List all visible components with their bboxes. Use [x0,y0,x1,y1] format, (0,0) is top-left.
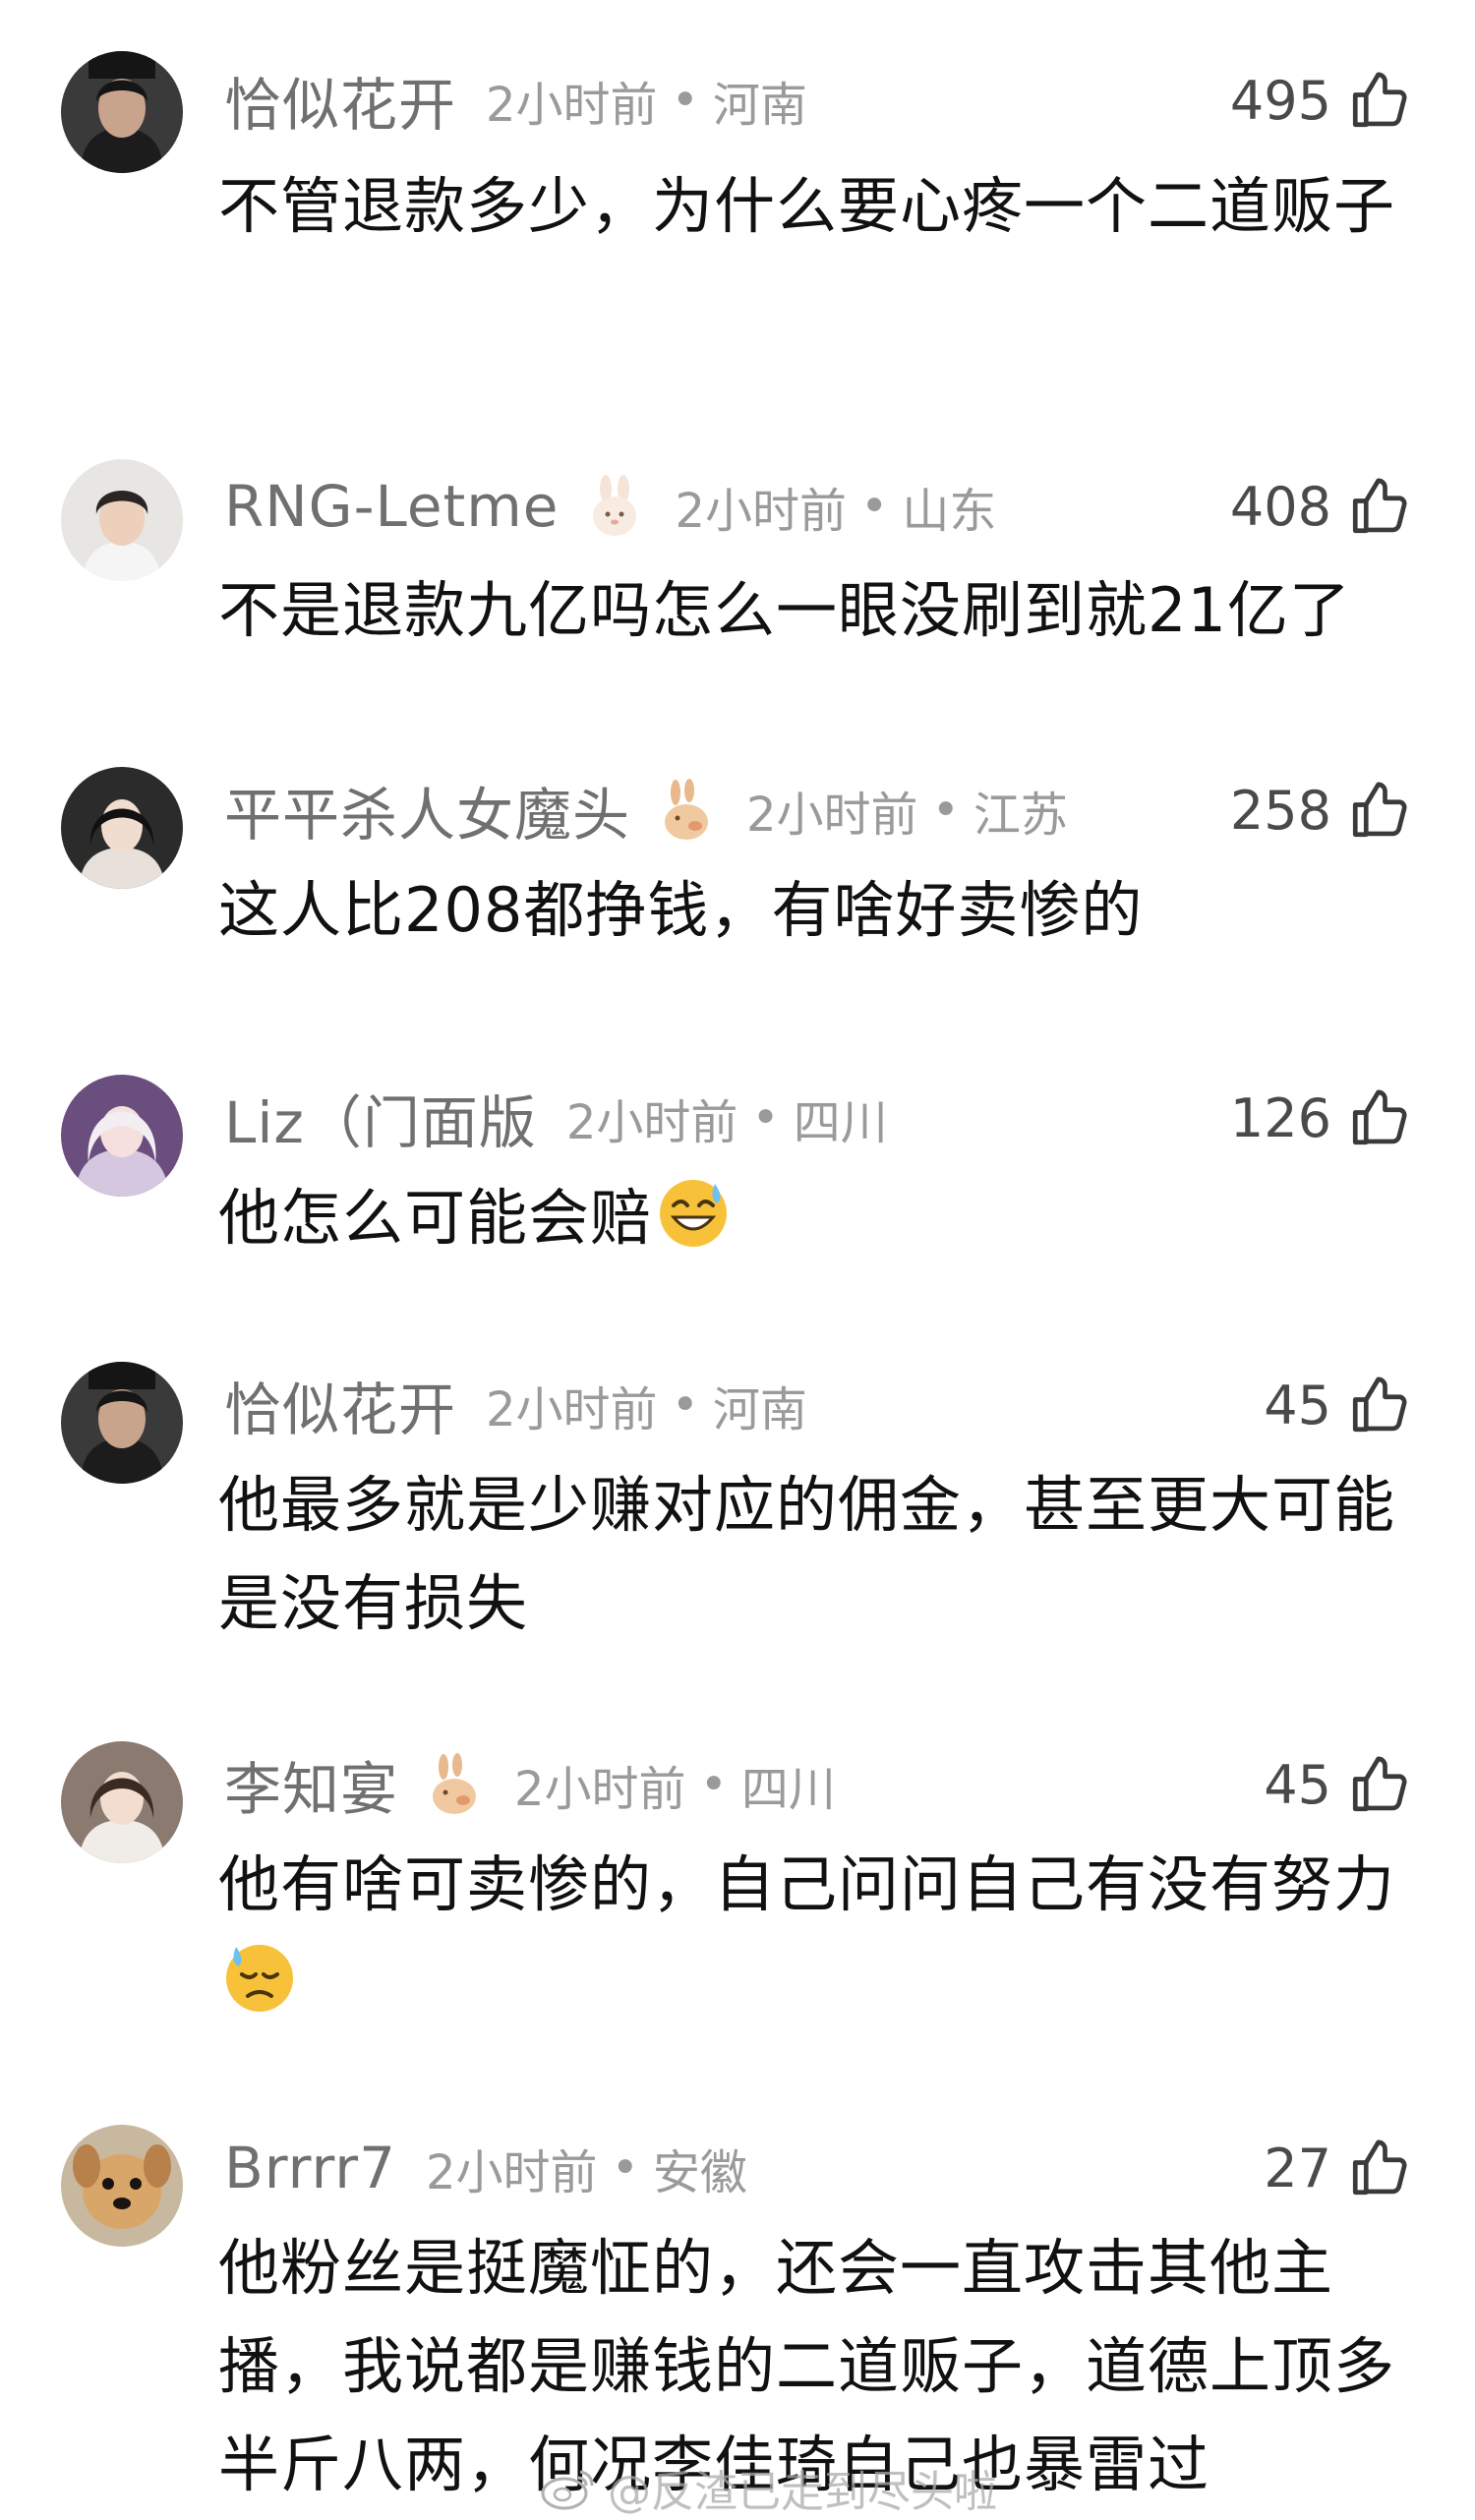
like-count: 45 [1264,1374,1331,1436]
comment-time: 2小时前 [486,78,658,133]
sweat-smile-emoji [656,1176,731,1251]
comment-text: 不管退款多少，为什么要心疼一个二道贩子 [218,170,1396,242]
comment-text: 不是退款九亿吗怎么一眼没刷到就21亿了 [218,574,1351,646]
weibo-logo-icon [539,2464,598,2511]
username[interactable]: Brrrr7 [224,2135,396,2201]
avatar[interactable] [61,1075,183,1197]
comment-meta: Brrrr7 2小时前 • 安徽 [224,2129,747,2207]
comment-text-content: 他有啥可卖惨的，自己问问自己有没有努力 [218,1848,1396,1920]
thumbs-up-icon [1347,474,1412,539]
like-count: 45 [1264,1753,1331,1816]
downcast-sweat-emoji [222,1941,297,2016]
username[interactable]: 李知宴 [224,1743,398,1826]
comment-location: 四川 [740,1762,836,1817]
comment-time: 2小时前 [746,788,918,843]
like-button[interactable]: 45 [1264,1366,1412,1444]
comment-text: 他怎么可能会赔 [218,1169,1418,1267]
like-button[interactable]: 27 [1264,2129,1412,2207]
thumbs-up-icon [1347,1752,1412,1817]
meta-separator: • [751,1090,780,1145]
username[interactable]: RNG-Letme [224,473,559,540]
rabbit-badge-icon [656,779,717,842]
comment-location: 安徽 [652,2145,747,2200]
like-count: 495 [1229,69,1331,132]
comment-meta: RNG-Letme 2小时前 • 山东 [224,467,996,546]
username[interactable]: Liz（门面版 [224,1077,537,1159]
comment-text: 他最多就是少赚对应的佣金，甚至更大可能是没有损失 [218,1469,1396,1639]
avatar[interactable] [61,1741,183,1863]
avatar[interactable] [61,51,183,173]
thumbs-up-icon [1347,1085,1412,1150]
thumbs-up-icon [1347,778,1412,843]
meta-separator: • [931,783,960,838]
like-count: 126 [1229,1086,1331,1149]
comment-meta: 恰似花开 2小时前 • 河南 [224,61,807,140]
like-count: 27 [1264,2137,1331,2199]
thumbs-up-icon [1347,2136,1412,2200]
like-button[interactable]: 408 [1230,467,1412,546]
comment-text-content: 他怎么可能会赔 [218,1182,653,1254]
meta-separator: • [860,479,889,534]
like-count: 408 [1229,475,1331,538]
avatar[interactable] [61,1362,183,1484]
comment-time: 2小时前 [514,1762,686,1817]
comment-text: 这人比208都挣钱，有啥好卖惨的 [218,874,1144,946]
comment-time: 2小时前 [426,2145,598,2200]
watermark-text: @反渣已走到尽头啦 [608,2467,997,2517]
comment-time: 2小时前 [486,1382,658,1437]
username[interactable]: 恰似花开 [224,59,456,142]
comment-meta: 平平杀人女魔头 2小时前 • 江苏 [224,771,1068,850]
username[interactable]: 恰似花开 [224,1364,456,1446]
comment-location: 河南 [712,1382,807,1437]
avatar[interactable] [61,2125,183,2247]
like-count: 258 [1229,779,1331,842]
avatar[interactable] [61,767,183,889]
watermark: @反渣已走到尽头啦 [539,2458,997,2517]
rabbit-badge-icon [424,1753,485,1816]
rabbit-badge-icon [584,475,645,538]
comment-time: 2小时前 [675,484,848,539]
comment-location: 四川 [793,1095,888,1150]
comment-meta: 李知宴 2小时前 • 四川 [224,1745,836,1824]
meta-separator: • [699,1757,728,1812]
comment-location: 山东 [902,484,997,539]
avatar[interactable] [61,459,183,581]
comment-text: 他有啥可卖惨的，自己问问自己有没有努力 [218,1836,1418,2032]
comment-time: 2小时前 [565,1095,738,1150]
meta-separator: • [671,1377,699,1433]
like-button[interactable]: 258 [1230,771,1412,850]
thumbs-up-icon [1347,68,1412,133]
meta-separator: • [611,2140,639,2196]
thumbs-up-icon [1347,1373,1412,1437]
comment-meta: 恰似花开 2小时前 • 河南 [224,1366,807,1444]
comment-location: 河南 [712,78,807,133]
comment-location: 江苏 [973,788,1068,843]
like-button[interactable]: 495 [1230,61,1412,140]
username[interactable]: 平平杀人女魔头 [224,769,630,851]
like-button[interactable]: 126 [1230,1079,1412,1157]
comment-meta: Liz（门面版 2小时前 • 四川 [224,1079,888,1157]
meta-separator: • [671,73,699,128]
like-button[interactable]: 45 [1264,1745,1412,1824]
